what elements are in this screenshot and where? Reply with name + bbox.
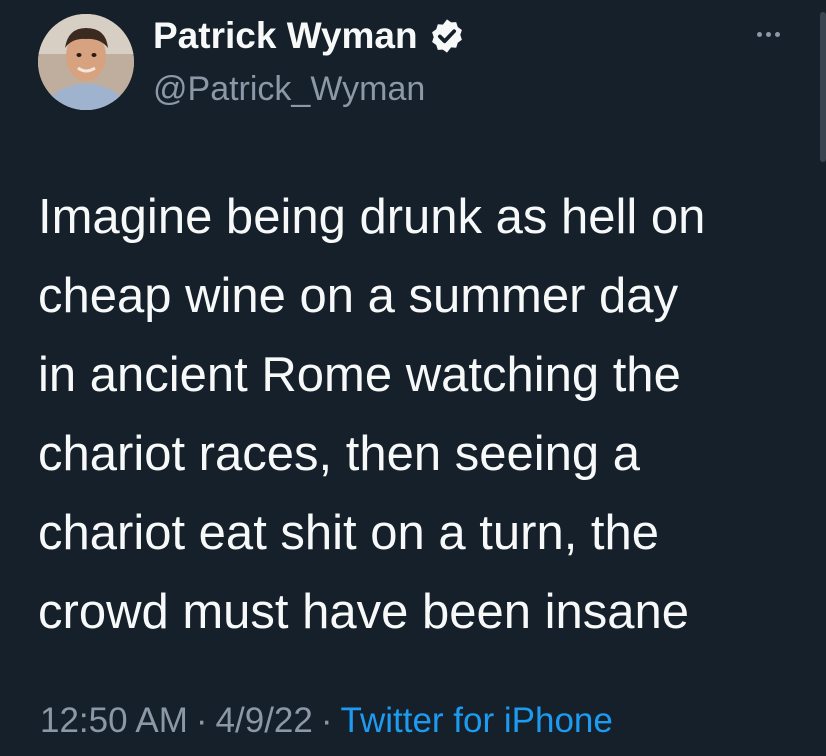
more-dot (756, 31, 762, 37)
more-dot (774, 31, 780, 37)
tweet-text-line: chariot eat shit on a turn, the (38, 506, 660, 560)
author-handle[interactable]: @Patrick_Wyman (153, 66, 425, 112)
tweet-date[interactable]: 4/9/22 (216, 701, 313, 740)
avatar-photo (38, 14, 134, 110)
tweet-meta: 12:50 AM · 4/9/22 · Twitter for iPhone (40, 693, 613, 749)
author-name-row: Patrick Wyman (153, 10, 466, 62)
meta-separator: · (320, 701, 333, 740)
more-dot (765, 31, 771, 37)
tweet-text-line: crowd must have been insane (38, 585, 689, 639)
more-options-icon[interactable] (748, 22, 788, 46)
tweet-text: Imagine being drunk as hell on cheap win… (38, 178, 808, 652)
tweet-text-line: Imagine being drunk as hell on (38, 190, 706, 244)
tweet-card: Patrick Wyman @Patrick_Wyman Imagine bei… (0, 0, 826, 756)
avatar[interactable] (38, 14, 134, 110)
tweet-source-link[interactable]: Twitter for iPhone (341, 701, 613, 740)
verified-badge-icon (428, 17, 466, 55)
tweet-time[interactable]: 12:50 AM (40, 701, 188, 740)
scrollbar[interactable] (820, 12, 826, 162)
tweet-text-line: cheap wine on a summer day (38, 269, 679, 323)
meta-separator: · (195, 701, 208, 740)
tweet-text-line: chariot races, then seeing a (38, 427, 640, 481)
author-display-name[interactable]: Patrick Wyman (153, 10, 418, 62)
tweet-text-line: in ancient Rome watching the (38, 348, 681, 402)
